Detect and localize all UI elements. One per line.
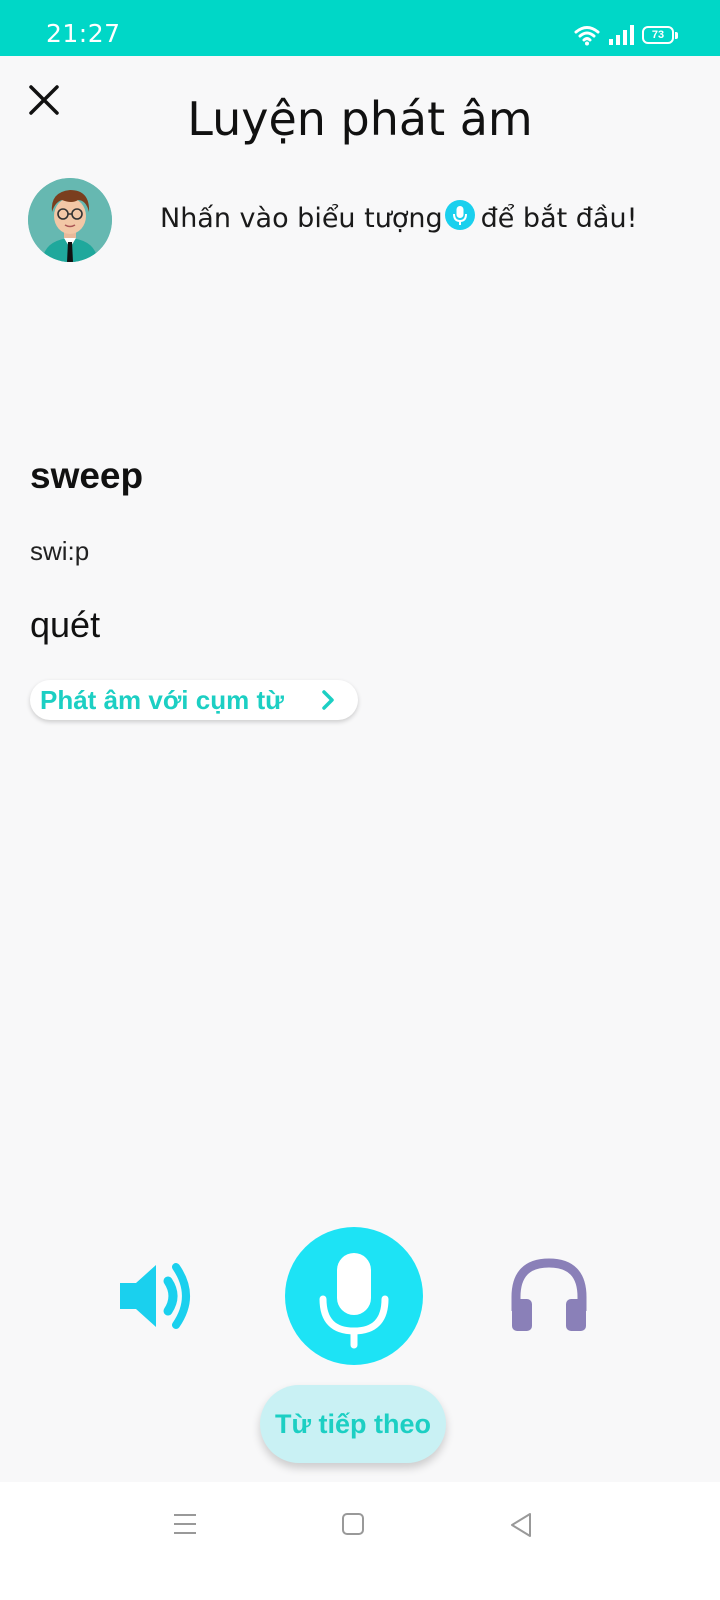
avatar — [28, 178, 112, 262]
home-icon[interactable] — [341, 1512, 365, 1536]
word: sweep — [30, 455, 144, 496]
phonetic-transcription: swi:p — [30, 536, 90, 566]
instruction-after: để bắt đầu! — [480, 203, 638, 234]
word-meaning: quét — [30, 604, 101, 645]
speaker-icon[interactable] — [116, 1257, 198, 1335]
next-word-label: Từ tiếp theo — [274, 1408, 432, 1439]
chevron-right-icon — [322, 690, 334, 710]
phrase-button-label: Phát âm với cụm từ — [40, 684, 284, 715]
battery-level: 73 — [651, 29, 665, 41]
mic-icon — [319, 1253, 389, 1349]
headphones-icon[interactable] — [508, 1255, 590, 1337]
instruction-before: Nhấn vào biểu tượng — [160, 203, 443, 234]
next-word-button[interactable]: Từ tiếp theo — [260, 1385, 446, 1463]
teacher-avatar-icon — [28, 178, 112, 262]
page-title: Luyện phát âm — [187, 92, 533, 146]
status-time: 21:27 — [46, 19, 121, 48]
instruction-text: Nhấn vào biểu tượng để bắt đầu! — [160, 199, 638, 234]
status-bar: 21:27 73 — [0, 0, 720, 56]
record-mic-button[interactable] — [285, 1227, 423, 1365]
wifi-icon — [574, 26, 600, 46]
back-icon[interactable] — [508, 1511, 534, 1539]
menu-icon[interactable] — [172, 1512, 198, 1536]
status-icons: 73 — [574, 22, 678, 48]
pronounce-with-phrase-button[interactable]: Phát âm với cụm từ — [30, 680, 358, 720]
system-nav-bar — [0, 1482, 720, 1600]
mic-icon — [444, 199, 475, 230]
battery-icon: 73 — [642, 26, 678, 44]
signal-icon — [609, 25, 634, 45]
